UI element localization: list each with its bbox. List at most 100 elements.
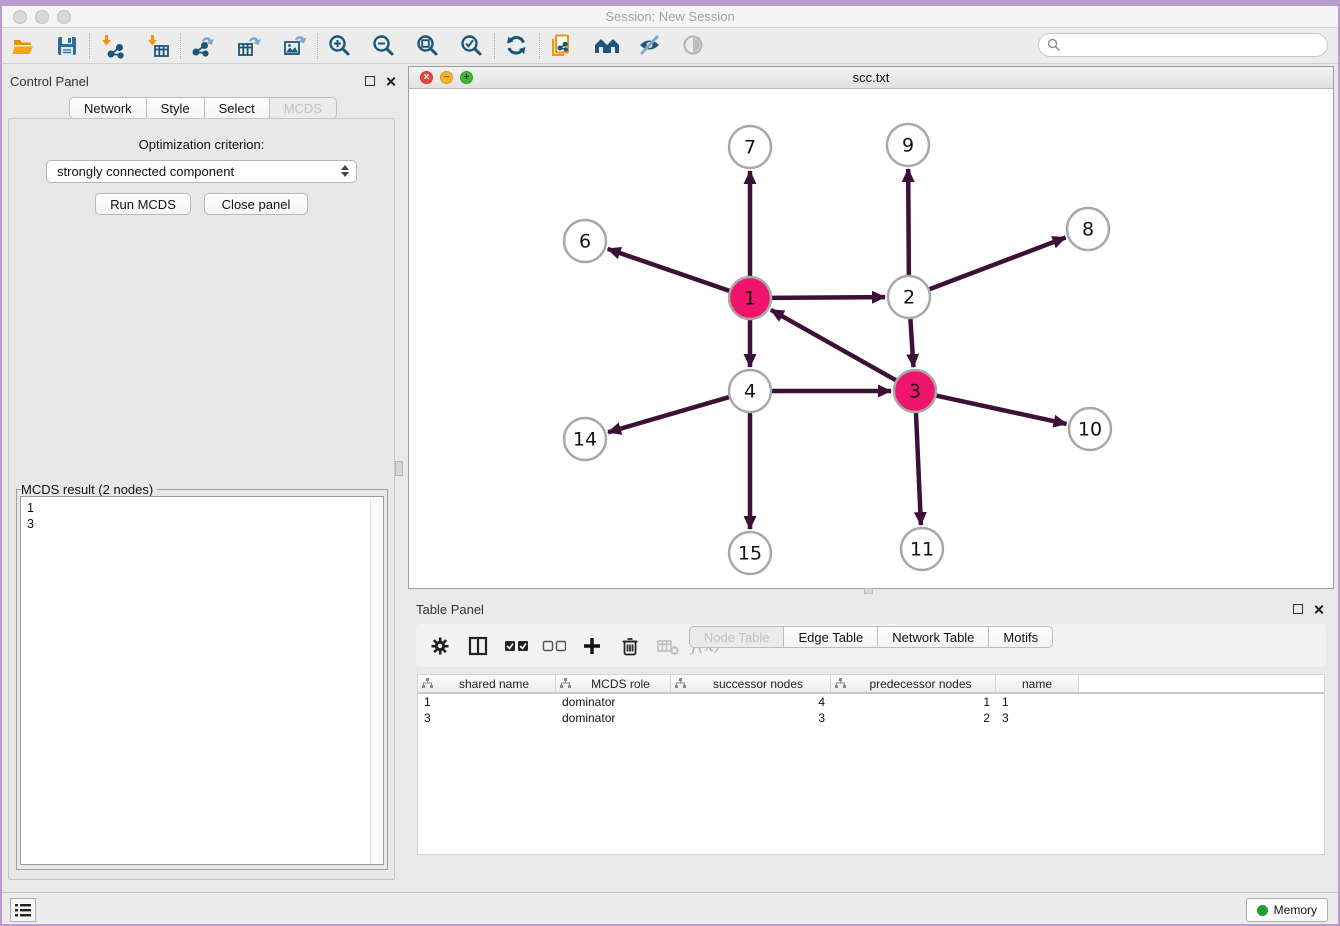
control-panel-tabs: Network Style Select MCDS [2,97,404,119]
save-session-button[interactable] [54,33,80,59]
memory-button[interactable]: Memory [1246,898,1328,922]
graph-edge-2-9[interactable] [908,169,909,278]
close-panel-icon[interactable] [1313,604,1324,615]
network-window-titlebar[interactable]: × − + scc.txt [409,67,1333,89]
tab-network[interactable]: Network [69,97,147,119]
tab-select[interactable]: Select [205,97,270,119]
optimization-criterion-value: strongly connected component [57,164,234,179]
tab-motifs[interactable]: Motifs [989,626,1053,648]
graph-node-label: 15 [738,543,762,565]
graph-edges [608,169,1067,529]
zoom-fit-button[interactable] [415,33,441,59]
toolbar-separator [89,33,90,59]
float-panel-icon[interactable] [365,76,375,86]
graph-edge-3-11[interactable] [916,410,921,525]
app-title: Session: New Session [0,6,1340,27]
optimization-criterion-label: Optimization criterion: [9,137,394,152]
import-network-button[interactable] [99,33,125,59]
graph-node-label: 10 [1078,419,1102,441]
task-history-button[interactable] [10,898,36,922]
mcds-tab-content: Optimization criterion: strongly connect… [8,118,395,880]
run-mcds-button[interactable]: Run MCDS [95,193,191,215]
table-tabs: Node Table Edge Table Network Table Moti… [408,626,1334,882]
first-neighbors-button[interactable] [593,33,619,59]
mcds-result-title: MCDS result (2 nodes) [21,482,157,497]
mcds-result-text[interactable]: 13 [20,496,384,865]
float-panel-icon[interactable] [1293,604,1303,614]
graph-node-label: 1 [744,288,756,310]
table-panel: Table Panel f(x) shared name MCDS role s… [408,595,1334,888]
graph-edge-3-1[interactable] [771,310,899,382]
scrollbar-track[interactable] [370,498,382,863]
toolbar-separator [317,33,318,59]
clone-network-icon [549,33,575,59]
zoom-selected-button[interactable] [459,33,485,59]
graph-edge-1-6[interactable] [608,249,732,292]
export-image-button[interactable] [282,33,308,59]
graph-edge-2-8[interactable] [927,238,1066,291]
refresh-icon [504,33,530,59]
export-network-button[interactable] [190,33,216,59]
close-panel-button[interactable]: Close panel [204,193,308,215]
tab-mcds[interactable]: MCDS [270,97,337,119]
mcds-result-line: 1 [27,500,377,516]
memory-label: Memory [1274,903,1317,917]
hide-selected-button[interactable] [637,33,663,59]
panel-splitter-handle[interactable] [395,461,403,476]
network-view-window: × − + scc.txt 7 9 6 8 1 2 4 3 14 10 15 11 [408,66,1334,589]
network-window-title: scc.txt [409,67,1333,88]
graph-node-label: 11 [910,539,934,561]
network-graph[interactable]: 7 9 6 8 1 2 4 3 14 10 15 11 [409,89,1333,589]
tab-style[interactable]: Style [147,97,205,119]
export-image-icon [282,33,308,59]
zoom-out-button[interactable] [371,33,397,59]
control-panel: Control Panel Network Style Select MCDS … [2,66,404,886]
main-toolbar [0,28,1340,64]
graph-node-label: 6 [579,231,591,253]
homes-icon [593,33,619,59]
zoom-fit-icon [415,33,441,59]
eye-slash-icon [637,33,663,59]
graph-edge-3-10[interactable] [934,395,1067,424]
search-icon [1047,38,1061,52]
close-panel-icon[interactable] [385,76,396,87]
open-folder-icon [11,34,35,58]
import-table-button[interactable] [145,33,171,59]
control-panel-title: Control Panel [10,74,365,89]
graph-node-label: 2 [903,287,915,309]
select-stepper-icon [341,165,349,177]
tab-edge-table[interactable]: Edge Table [784,626,878,648]
tab-network-table[interactable]: Network Table [878,626,989,648]
import-table-icon [145,33,171,59]
graph-node-label: 4 [744,381,756,403]
table-panel-title: Table Panel [416,602,1293,617]
mcds-result-group: MCDS result (2 nodes) 13 [16,489,388,870]
clone-network-button[interactable] [549,33,575,59]
optimization-criterion-select[interactable]: strongly connected component [46,160,357,183]
graph-edge-1-2[interactable] [769,297,885,298]
search-field[interactable] [1038,33,1328,57]
toolbar-separator [539,33,540,59]
import-network-icon [99,33,125,59]
graph-edge-4-14[interactable] [608,396,732,432]
graph-node-label: 3 [909,381,921,403]
open-file-button[interactable] [10,33,36,59]
graph-node-label: 14 [573,429,597,451]
eye-disabled-icon [681,33,707,59]
app-titlebar: Session: New Session [0,6,1340,28]
toolbar-separator [494,33,495,59]
list-icon [14,902,32,918]
graph-node-label: 9 [902,135,914,157]
save-icon [55,34,79,58]
apply-layout-button[interactable] [504,33,530,59]
graph-node-label: 8 [1082,219,1094,241]
tab-node-table[interactable]: Node Table [689,626,785,648]
zoom-in-button[interactable] [327,33,353,59]
mcds-result-line: 3 [27,516,377,532]
show-all-button[interactable] [681,33,707,59]
graph-node-label: 7 [744,137,756,159]
export-table-button[interactable] [236,33,262,59]
graph-edge-2-3[interactable] [910,316,913,367]
window-resize-handle[interactable] [864,588,873,594]
search-input[interactable] [1066,38,1316,52]
